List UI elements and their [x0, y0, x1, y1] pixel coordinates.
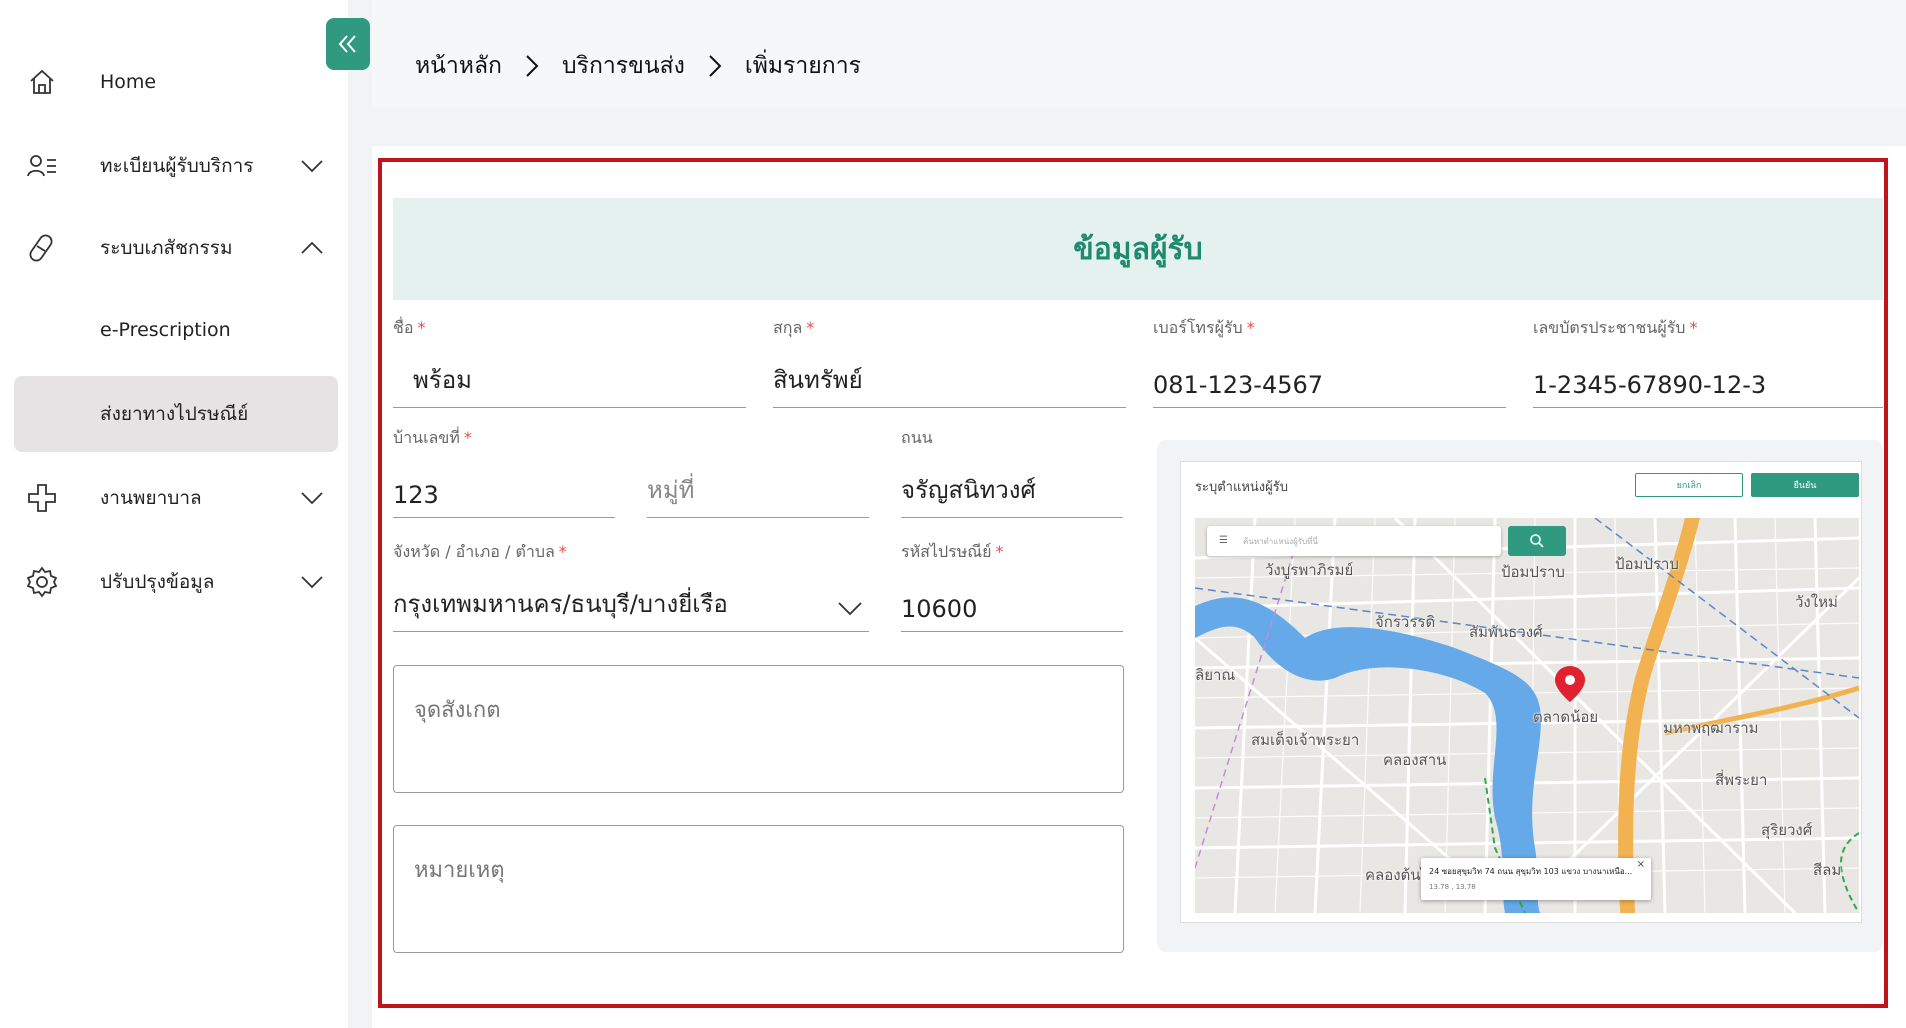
chevron-right-icon [709, 55, 722, 77]
home-icon [30, 69, 54, 94]
chevron-down-icon [301, 160, 323, 173]
collapse-sidebar-button[interactable] [326, 18, 370, 70]
sidebar: Home ทะเบียนผู้รับบริการ ระบบเภสัชกรรม e… [0, 0, 348, 1028]
sidebar-item-label: งานพยาบาล [100, 487, 202, 509]
sidebar-item-label: ทะเบียนผู้รับบริการ [100, 155, 254, 177]
sidebar-item-postal-delivery[interactable]: ส่งยาทางไปรษณีย์ [14, 376, 338, 452]
breadcrumb-home[interactable]: หน้าหลัก [415, 48, 502, 84]
breadcrumb-add-item: เพิ่มรายการ [744, 53, 861, 79]
chevron-up-icon [301, 241, 323, 254]
highlight-frame [378, 158, 1888, 1008]
medical-cross-icon [28, 484, 56, 512]
sidebar-item-label: ระบบเภสัชกรรม [100, 237, 233, 259]
pill-icon [29, 234, 53, 262]
sidebar-item-label: ปรับปรุงข้อมูล [100, 571, 215, 593]
sidebar-item-pharmacy[interactable]: ระบบเภสัชกรรม [14, 210, 338, 286]
user-list-icon [27, 155, 56, 177]
sidebar-item-label: e-Prescription [100, 319, 231, 341]
chevron-right-icon [526, 55, 539, 77]
breadcrumb-transport[interactable]: บริการขนส่ง [562, 48, 685, 84]
sidebar-item-nursing[interactable]: งานพยาบาล [14, 460, 338, 536]
breadcrumb: หน้าหลัก บริการขนส่ง เพิ่มรายการ [415, 48, 861, 84]
double-chevron-left-icon [338, 35, 356, 53]
gear-icon [26, 566, 58, 598]
sidebar-item-label: Home [100, 71, 157, 93]
chevron-down-icon [301, 492, 323, 505]
sidebar-item-home[interactable]: Home [14, 44, 338, 120]
sidebar-item-e-prescription[interactable]: e-Prescription [14, 292, 338, 368]
sidebar-item-settings[interactable]: ปรับปรุงข้อมูล [14, 544, 338, 620]
sidebar-item-registry[interactable]: ทะเบียนผู้รับบริการ [14, 128, 338, 204]
chevron-down-icon [301, 576, 323, 589]
sidebar-item-label: ส่งยาทางไปรษณีย์ [100, 403, 249, 425]
